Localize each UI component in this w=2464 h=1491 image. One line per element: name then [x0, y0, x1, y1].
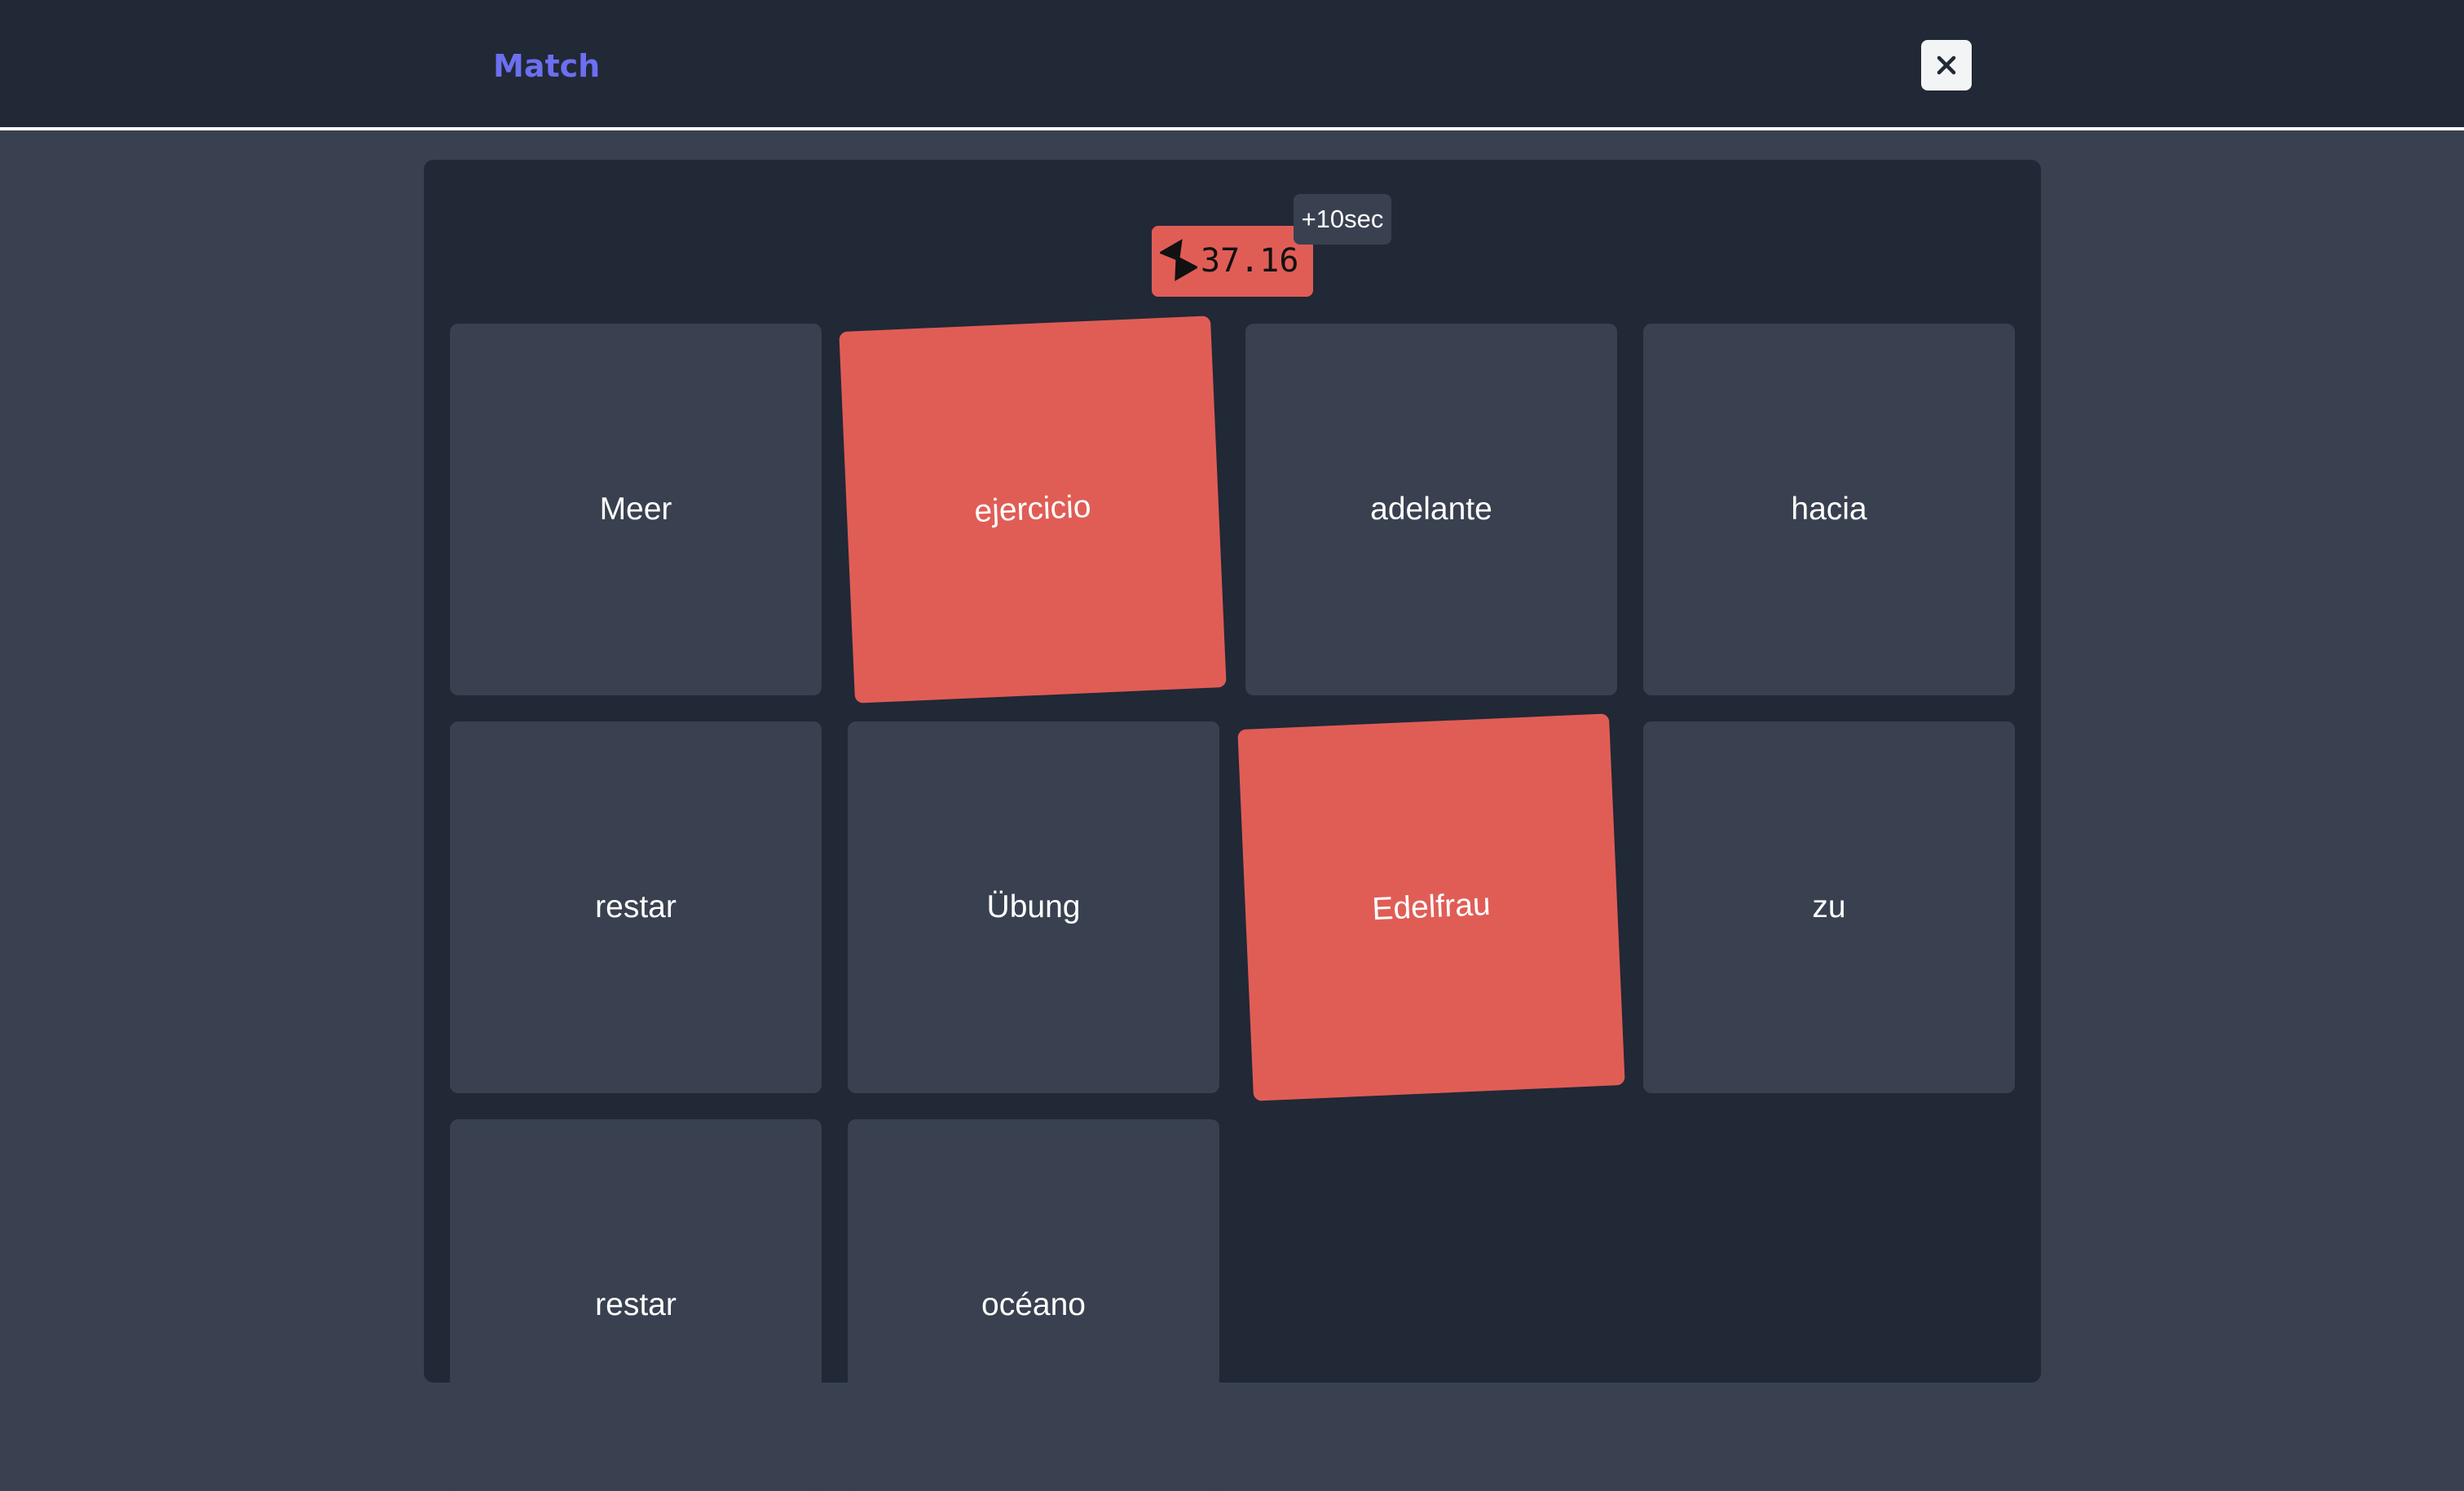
timer-value: 37.16	[1201, 242, 1299, 280]
tile-label: hacia	[1791, 492, 1867, 527]
tile-label: zu	[1812, 889, 1846, 924]
tile[interactable]: océano	[848, 1119, 1219, 1491]
tile-selected[interactable]: ejercicio	[839, 315, 1227, 704]
tile-label: ejercicio	[973, 488, 1092, 530]
tile-label: océano	[981, 1287, 1086, 1322]
tile[interactable]: Meer	[450, 324, 822, 695]
hourglass-icon	[1160, 239, 1197, 281]
close-icon	[1937, 55, 1956, 75]
timer: 37.16	[1152, 226, 1313, 297]
close-button[interactable]	[1921, 40, 1972, 90]
tile-label: restar	[595, 1287, 677, 1322]
tile-selected[interactable]: Edelfrau	[1237, 713, 1625, 1101]
tile[interactable]: Übung	[848, 721, 1219, 1093]
tile[interactable]: hacia	[1643, 324, 2015, 695]
tile-label: Übung	[986, 889, 1081, 924]
tile[interactable]: restar	[450, 1119, 822, 1491]
app-title: Match	[493, 48, 601, 84]
penalty-badge: +10sec	[1294, 194, 1391, 245]
tile-label: restar	[595, 889, 677, 924]
tile-label: Meer	[599, 492, 672, 527]
tile-label: adelante	[1370, 492, 1492, 527]
tile[interactable]: restar	[450, 721, 822, 1093]
tile[interactable]: adelante	[1245, 324, 1617, 695]
tile[interactable]: zu	[1643, 721, 2015, 1093]
tile-label: Edelfrau	[1371, 886, 1492, 928]
top-bar: Match	[0, 0, 2464, 130]
